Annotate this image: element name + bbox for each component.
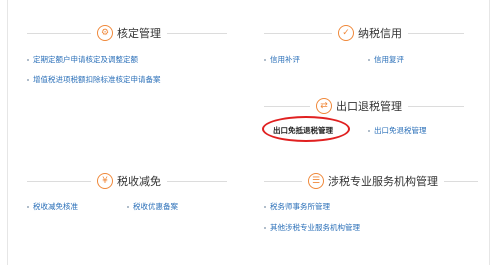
gear-icon: ⚙ [97,25,113,41]
section-title: 核定管理 [117,27,161,40]
divider [27,180,91,182]
section-credit-header: ✓ 纳税信用 [264,23,464,43]
agency-icon: ☰ [308,173,324,189]
link-fixed-quota[interactable]: 定期定额户申请核定及调整定额 [27,54,138,65]
link-vat-deduction[interactable]: 增值税进项税额扣除标准核定申请备案 [27,74,161,85]
link-preferential-filing[interactable]: 税收优惠备案 [127,201,178,212]
link-credit-supplement[interactable]: 信用补评 [264,54,300,65]
bullet [27,58,29,61]
divider [264,32,332,34]
bullet [264,58,266,61]
link-tax-firm[interactable]: 税务师事务所管理 [264,201,330,212]
bullet [368,129,370,132]
section-title: 出口退税管理 [336,100,402,113]
divider [408,105,464,107]
bullet [27,78,29,81]
section-relief-header: ¥ 税收减免 [27,171,227,191]
link-label: 出口免退税管理 [374,126,427,135]
bullet [264,205,266,208]
divider [408,32,464,34]
section-title: 纳税信用 [358,27,402,40]
link-other-agency[interactable]: 其他涉税专业服务机构管理 [264,222,360,233]
section-verification-header: ⚙ 核定管理 [27,23,227,43]
link-label: 其他涉税专业服务机构管理 [270,223,360,232]
section-agency-header: ☰ 涉税专业服务机构管理 [264,171,478,191]
section-title: 涉税专业服务机构管理 [328,175,438,188]
divider [167,32,227,34]
link-label: 信用复评 [374,55,404,64]
divider [264,180,302,182]
shield-check-icon: ✓ [338,25,354,41]
section-export-header: ⇄ 出口退税管理 [264,96,464,116]
link-label: 信用补评 [270,55,300,64]
link-label: 税收减免核准 [33,202,78,211]
bullet [368,58,370,61]
export-refund-icon: ⇄ [316,98,332,114]
divider [167,180,227,182]
bullet [127,205,129,208]
divider [264,105,310,107]
section-title: 税收减免 [117,175,161,188]
link-label: 税收优惠备案 [133,202,178,211]
link-label: 税务师事务所管理 [270,202,330,211]
divider [444,180,478,182]
tax-relief-icon: ¥ [97,173,113,189]
divider [27,32,91,34]
bullet [264,226,266,229]
bullet [27,205,29,208]
link-relief-approval[interactable]: 税收减免核准 [27,201,78,212]
highlight-circle [262,116,350,142]
link-credit-review[interactable]: 信用复评 [368,54,404,65]
link-export-exemption[interactable]: 出口免退税管理 [368,125,427,136]
link-label: 定期定额户申请核定及调整定额 [33,55,138,64]
link-label: 增值税进项税额扣除标准核定申请备案 [33,75,161,84]
